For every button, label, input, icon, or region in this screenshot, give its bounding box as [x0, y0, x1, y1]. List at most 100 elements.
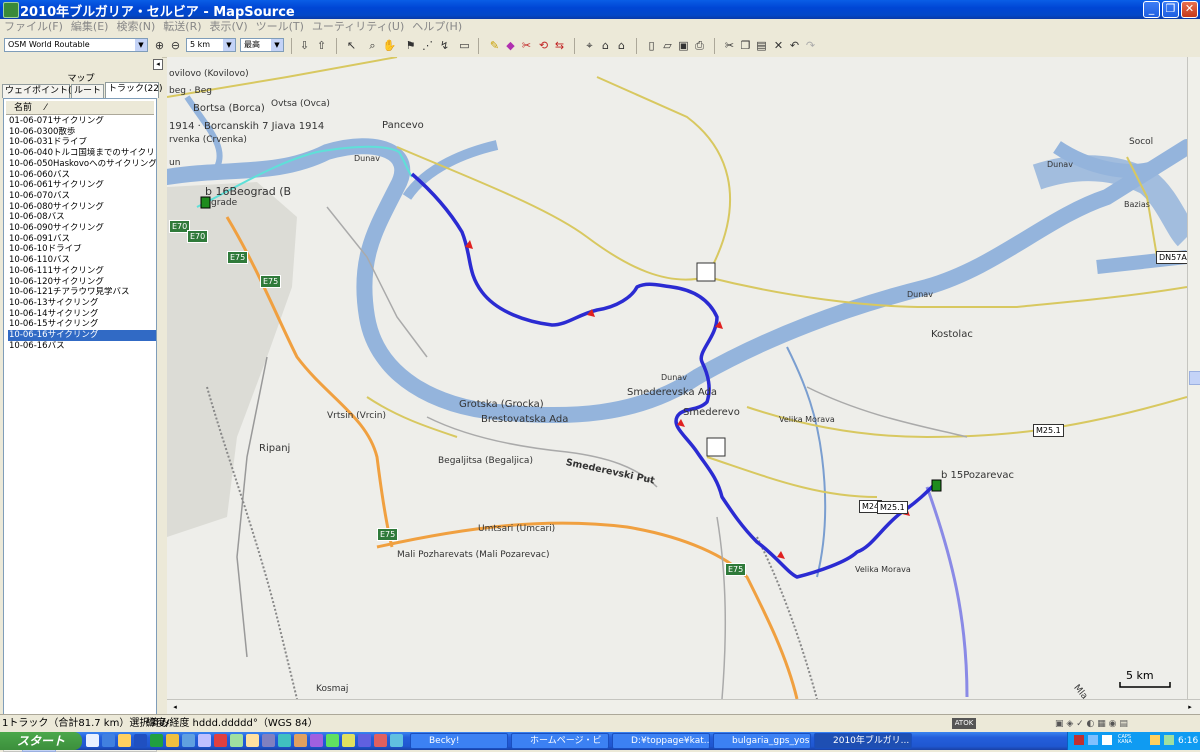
select-tool-icon[interactable]: ↖	[344, 38, 359, 53]
receive-from-device-icon[interactable]: ⇩	[297, 38, 312, 53]
quicklaunch-app-icon[interactable]	[358, 734, 371, 747]
track-list-item[interactable]: 10-06-15サイクリング	[8, 319, 156, 330]
quicklaunch-app-icon[interactable]	[182, 734, 195, 747]
map-view[interactable]: ovilovo (Kovilovo) beg · Beg Bortsa (Bor…	[167, 57, 1187, 699]
quicklaunch-app-icon[interactable]	[342, 734, 355, 747]
hand-tool-icon[interactable]: ✋	[382, 38, 397, 53]
track-list-item[interactable]: 10-06-110バス	[8, 255, 156, 266]
cut-icon[interactable]: ✂	[722, 38, 737, 53]
taskbar-button-bulgaria[interactable]: bulgaria_gps_yos...	[713, 733, 811, 749]
taskbar-button-mapsource[interactable]: 2010年ブルガリ...	[814, 733, 912, 749]
taskbar-button-becky[interactable]: Becky!	[410, 733, 508, 749]
quicklaunch-app-icon[interactable]	[198, 734, 211, 747]
column-header-name[interactable]: 名前 ⁄	[6, 101, 154, 115]
track-list-item[interactable]: 10-06-031ドライブ	[8, 137, 156, 148]
find-address-icon[interactable]: ⌂	[614, 38, 629, 53]
track-list-item[interactable]: 10-06-061サイクリング	[8, 180, 156, 191]
tray-app-icon[interactable]	[1150, 735, 1160, 745]
track-list-item[interactable]: 10-06-10ドライブ	[8, 244, 156, 255]
chevron-down-icon[interactable]: ▼	[271, 39, 283, 51]
menu-view[interactable]: 表示(V)	[206, 19, 252, 35]
track-list-item[interactable]: 10-06-08バス	[8, 212, 156, 223]
taskbar-button-homepage[interactable]: ホームページ・ビ	[511, 733, 609, 749]
quicklaunch-ie-icon[interactable]	[102, 734, 115, 747]
track-list-item[interactable]: 10-06-16サイクリング	[8, 330, 156, 341]
scroll-right-icon[interactable]: ▸	[1184, 701, 1196, 713]
track-list-item[interactable]: 10-06-050Haskovoへのサイクリング	[8, 159, 156, 170]
undo-icon[interactable]: ↶	[787, 38, 802, 53]
track-list-item[interactable]: 10-06-120サイクリング	[8, 277, 156, 288]
menu-find[interactable]: 検索(N)	[112, 19, 159, 35]
quicklaunch-word-icon[interactable]	[134, 734, 147, 747]
close-button[interactable]: ✕	[1181, 1, 1198, 18]
distance-tool-icon[interactable]: ▭	[457, 38, 472, 53]
track-list-item[interactable]: 10-06-090サイクリング	[8, 223, 156, 234]
minimize-button[interactable]: _	[1143, 1, 1160, 18]
print-icon[interactable]: ⎙	[692, 38, 707, 53]
track-list-item[interactable]: 10-06-060バス	[8, 170, 156, 181]
ime-indicator[interactable]: ATOK	[952, 718, 976, 729]
panel-collapse-button[interactable]: ◂	[153, 59, 163, 70]
zoom-out-icon[interactable]: ⊖	[168, 38, 183, 53]
tray-app-icon[interactable]	[1164, 735, 1174, 745]
waypoint-tool-icon[interactable]: ⚑	[403, 38, 418, 53]
scroll-left-icon[interactable]: ◂	[169, 701, 181, 713]
track-list-item[interactable]: 10-06-0300散歩	[8, 127, 156, 138]
taskbar-button-folder[interactable]: D:¥toppage¥kat...	[612, 733, 710, 749]
menu-tools[interactable]: ツール(T)	[252, 19, 308, 35]
detail-select[interactable]: 最高 ▼	[240, 38, 284, 52]
volume-icon[interactable]	[1102, 735, 1112, 745]
map-vertical-scrollbar[interactable]	[1187, 57, 1200, 699]
menu-help[interactable]: ヘルプ(H)	[408, 19, 466, 35]
quicklaunch-app-icon[interactable]	[278, 734, 291, 747]
map-product-select[interactable]: OSM World Routable ▼	[4, 38, 148, 52]
quicklaunch-app-icon[interactable]	[214, 734, 227, 747]
reverse-tool-icon[interactable]: ⇆	[552, 38, 567, 53]
quicklaunch-desktop-icon[interactable]	[86, 734, 99, 747]
quicklaunch-app-icon[interactable]	[262, 734, 275, 747]
zoom-tool-icon[interactable]: ⌕	[365, 38, 380, 53]
route-tool-icon[interactable]: ⋰	[420, 38, 435, 53]
start-button[interactable]: スタート	[0, 732, 82, 750]
tab-tracks[interactable]: トラック(22)	[105, 82, 162, 98]
track-list[interactable]: 名前 ⁄ 01-06-071サイクリング 10-06-0300散歩 10-06-03…	[3, 98, 157, 738]
track-list-item[interactable]: 10-06-091バス	[8, 234, 156, 245]
quicklaunch-app-icon[interactable]	[246, 734, 259, 747]
copy-icon[interactable]: ❐	[738, 38, 753, 53]
title-bar[interactable]: 2010年ブルガリア・セルビア - MapSource _ ❐ ✕	[0, 0, 1200, 20]
new-file-icon[interactable]: ▯	[644, 38, 659, 53]
track-list-item[interactable]: 01-06-071サイクリング	[8, 116, 156, 127]
chevron-down-icon[interactable]: ▼	[135, 39, 147, 51]
map-horizontal-scrollbar[interactable]: ◂ ▸	[167, 699, 1200, 715]
erase-tool-icon[interactable]: ◆	[503, 38, 518, 53]
divide-tool-icon[interactable]: ✂	[519, 38, 534, 53]
tray-app-icon[interactable]	[1074, 735, 1084, 745]
quicklaunch-mail-icon[interactable]	[166, 734, 179, 747]
track-list-item[interactable]: 10-06-040トルコ国境までのサイクリング	[8, 148, 156, 159]
find-icon[interactable]: ⌖	[582, 38, 597, 53]
quicklaunch-app-icon[interactable]	[230, 734, 243, 747]
find-nearest-icon[interactable]: ⌂	[598, 38, 613, 53]
map-tool-icon[interactable]: ✎	[487, 38, 502, 53]
menu-edit[interactable]: 編集(E)	[67, 19, 113, 35]
quicklaunch-app-icon[interactable]	[390, 734, 403, 747]
menu-file[interactable]: ファイル(F)	[0, 19, 67, 35]
delete-icon[interactable]: ✕	[771, 38, 786, 53]
quicklaunch-app-icon[interactable]	[294, 734, 307, 747]
open-file-icon[interactable]: ▱	[660, 38, 675, 53]
zoom-level-select[interactable]: 5 km ▼	[186, 38, 236, 52]
quicklaunch-excel-icon[interactable]	[150, 734, 163, 747]
track-tool-icon[interactable]: ↯	[437, 38, 452, 53]
maximize-button[interactable]: ❐	[1162, 1, 1179, 18]
tab-routes[interactable]: ルート	[71, 84, 104, 98]
send-to-device-icon[interactable]: ⇧	[314, 38, 329, 53]
track-list-item[interactable]: 10-06-14サイクリング	[8, 309, 156, 320]
scroll-thumb[interactable]	[1189, 371, 1200, 385]
track-list-item[interactable]: 10-06-121チアラウワ見学バス	[8, 287, 156, 298]
menu-transfer[interactable]: 転送(R)	[159, 19, 205, 35]
redo-icon[interactable]: ↷	[803, 38, 818, 53]
track-list-item[interactable]: 10-06-080サイクリング	[8, 202, 156, 213]
save-icon[interactable]: ▣	[676, 38, 691, 53]
tab-waypoints[interactable]: ウェイポイント(49)	[2, 84, 86, 98]
clock[interactable]: 6:16	[1178, 732, 1198, 750]
